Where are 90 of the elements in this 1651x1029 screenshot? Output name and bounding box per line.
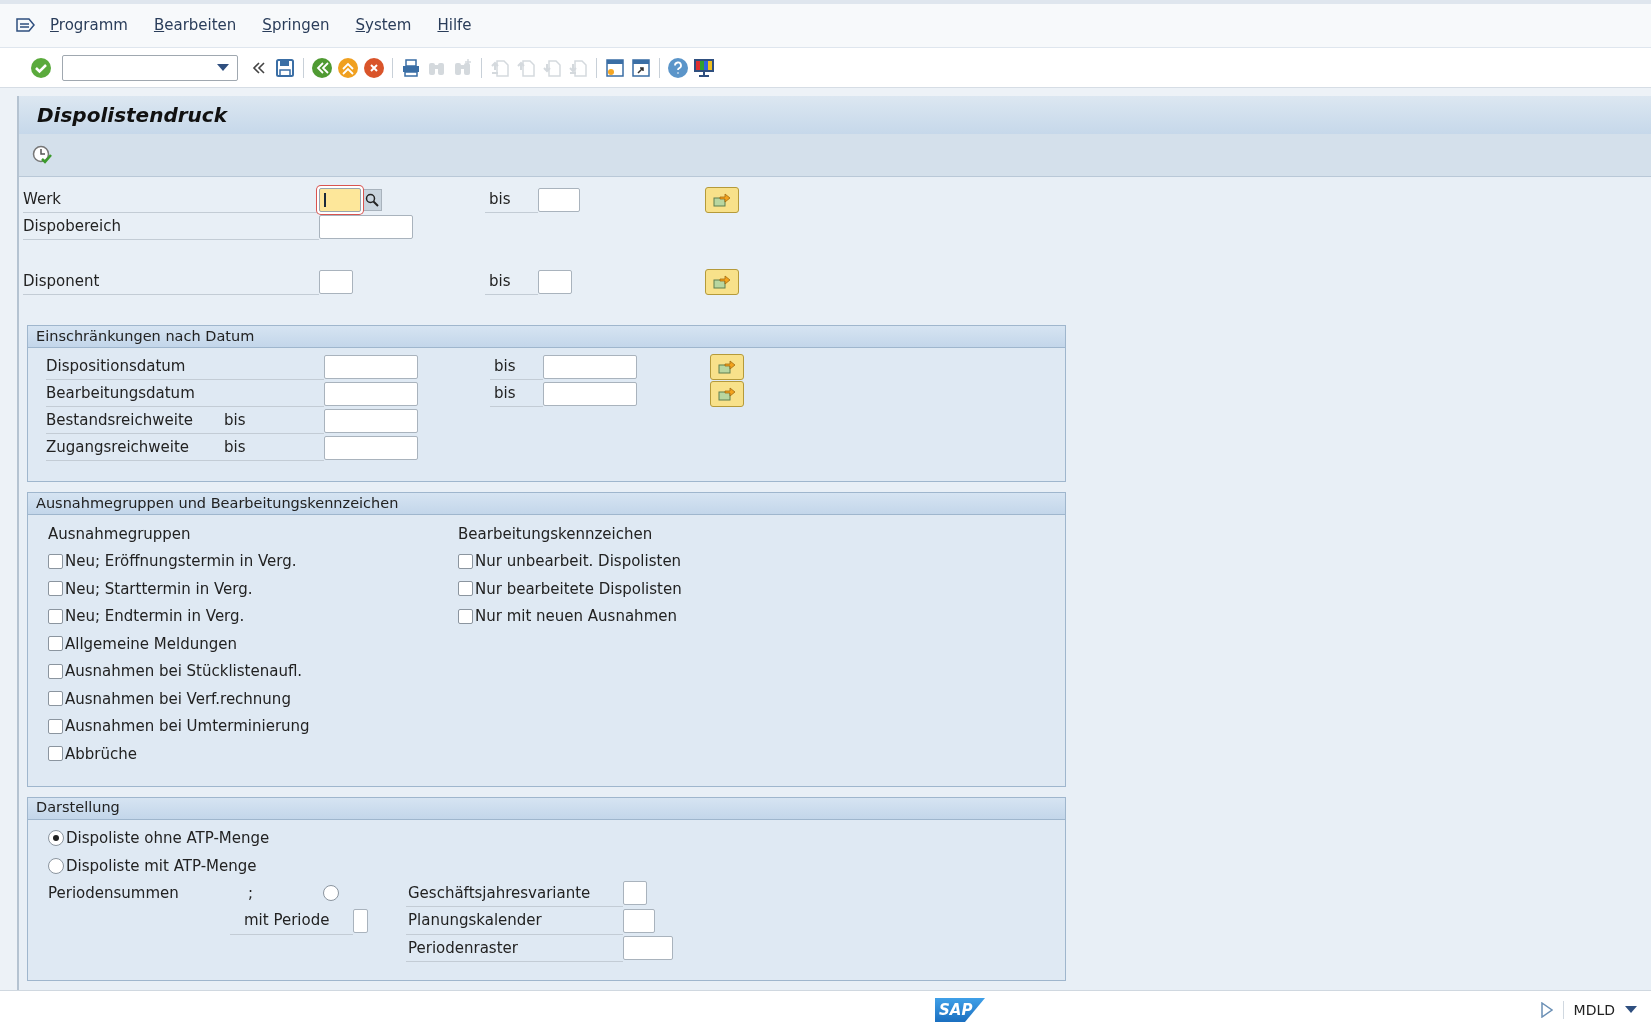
- menu-item[interactable]: Hilfe: [437, 14, 472, 37]
- column-heading: Ausnahmegruppen: [48, 523, 191, 545]
- field-label: Bestandsreichweite: [46, 409, 194, 431]
- checkbox-label: Abbrüche: [65, 743, 137, 765]
- checkbox-label: Nur unbearbeit. Dispolisten: [475, 551, 682, 572]
- field-label: bis: [494, 382, 516, 404]
- search-help-button[interactable]: [362, 188, 382, 211]
- checkbox-label: Neu; Starttermin in Verg.: [65, 578, 253, 600]
- multiple-selection-button[interactable]: [710, 353, 744, 380]
- field-label: Periodenraster: [408, 937, 518, 959]
- input-field[interactable]: [623, 881, 647, 906]
- field-label: Zugangsreichweite: [46, 436, 191, 458]
- input-field[interactable]: [538, 269, 572, 294]
- field-label: bis: [489, 188, 511, 210]
- checkbox-label: Ausnahmen bei Verf.rechnung: [65, 688, 291, 710]
- radio-label: Dispoliste mit ATP-Menge: [66, 855, 257, 877]
- checkbox-label: Allgemeine Meldungen: [65, 633, 237, 655]
- checkbox[interactable]: [48, 663, 63, 679]
- checkbox-label: Nur bearbeitete Dispolisten: [475, 578, 682, 600]
- menu-icon[interactable]: [16, 17, 36, 34]
- search-icon: [365, 192, 379, 207]
- checkbox[interactable]: [48, 608, 63, 624]
- input-field[interactable]: [543, 354, 637, 379]
- checkbox[interactable]: [48, 553, 63, 569]
- field-label: Bearbeitungsdatum: [46, 382, 196, 404]
- input-field[interactable]: [324, 435, 418, 460]
- field-label: Dispobereich: [23, 215, 121, 237]
- field-label: Disponent: [23, 270, 100, 292]
- input-field[interactable]: [319, 214, 413, 239]
- checkbox[interactable]: [458, 581, 473, 597]
- checkbox-label: Ausnahmen bei Stücklistenaufl.: [65, 661, 303, 682]
- screen-title: Dispolistendruck: [37, 102, 227, 129]
- input-field[interactable]: [623, 908, 655, 933]
- multiple-selection-button[interactable]: [705, 186, 739, 213]
- system-name[interactable]: MDLD: [1573, 999, 1615, 1021]
- field-label: bis: [489, 270, 511, 292]
- input-field[interactable]: [538, 187, 580, 212]
- checkbox[interactable]: [48, 636, 63, 652]
- checkbox[interactable]: [48, 581, 63, 597]
- field-label: Dispositionsdatum: [46, 355, 187, 377]
- execute-clock-check-icon[interactable]: [31, 144, 53, 166]
- field-label: mit Periode: [244, 910, 330, 931]
- checkbox[interactable]: [48, 718, 63, 734]
- field-label: bis: [224, 409, 246, 431]
- arrow-into-folder-icon: [718, 385, 736, 402]
- field-label: bis: [224, 436, 246, 458]
- field-label: Geschäftsjahresvariante: [408, 882, 591, 904]
- checkbox[interactable]: [458, 553, 473, 569]
- field-label: bis: [494, 355, 516, 377]
- radio-button[interactable]: [48, 857, 64, 874]
- menu-item[interactable]: System: [355, 14, 412, 37]
- checkbox[interactable]: [48, 746, 63, 762]
- separator-text: ;: [248, 883, 255, 904]
- checkbox-label: Neu; Endtermin in Verg.: [65, 606, 245, 627]
- play-triangle-icon[interactable]: [1540, 1002, 1553, 1018]
- checkbox-label: Ausnahmen bei Umterminierung: [65, 716, 310, 737]
- sap-logo: SAP: [935, 998, 985, 1022]
- input-field[interactable]: [324, 354, 418, 379]
- dropdown-caret-icon: [217, 63, 229, 72]
- arrow-into-folder-icon: [718, 358, 736, 375]
- radio-button[interactable]: [48, 830, 64, 847]
- group-title: Darstellung: [36, 798, 120, 818]
- input-field[interactable]: [353, 908, 368, 933]
- group-title: Einschränkungen nach Datum: [36, 326, 255, 346]
- input-field[interactable]: [324, 381, 418, 406]
- input-field[interactable]: [319, 187, 361, 212]
- radio-label: Dispoliste ohne ATP-Menge: [66, 828, 270, 849]
- radio-button[interactable]: [323, 885, 339, 902]
- checkbox-label: Nur mit neuen Ausnahmen: [475, 606, 677, 627]
- column-heading: Bearbeitungskennzeichen: [458, 523, 653, 545]
- checkbox-label: Neu; Eröffnungstermin in Verg.: [65, 551, 297, 572]
- multiple-selection-button[interactable]: [710, 380, 744, 407]
- input-field[interactable]: [623, 936, 673, 961]
- command-field[interactable]: [62, 54, 238, 81]
- group-title: Ausnahmegruppen und Bearbeitungskennzeichen: [36, 493, 399, 513]
- field-label: Planungskalender: [408, 910, 542, 931]
- menu-item[interactable]: Springen: [262, 14, 330, 37]
- menu-item[interactable]: Programm: [50, 14, 128, 37]
- checkbox[interactable]: [458, 608, 473, 624]
- arrow-into-folder-icon: [713, 191, 731, 208]
- arrow-into-folder-icon: [713, 273, 731, 290]
- input-field[interactable]: [319, 269, 353, 294]
- field-label: Periodensummen: [48, 883, 180, 904]
- input-field[interactable]: [543, 381, 637, 406]
- multiple-selection-button[interactable]: [705, 268, 739, 295]
- input-field[interactable]: [324, 408, 418, 433]
- menu-item[interactable]: Bearbeiten: [153, 14, 237, 37]
- field-label: Werk: [23, 188, 62, 210]
- dropdown-caret-icon[interactable]: [1625, 1006, 1637, 1014]
- checkbox[interactable]: [48, 691, 63, 707]
